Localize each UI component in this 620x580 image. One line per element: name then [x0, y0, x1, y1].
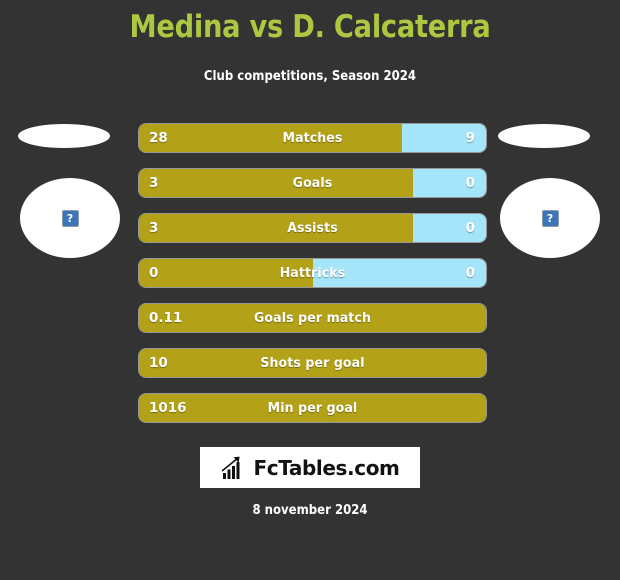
home-player-photo: ? [20, 178, 120, 258]
stat-bar-away-segment [312, 259, 486, 287]
stat-bar-home-segment [139, 214, 414, 242]
fctables-logo[interactable]: FcTables.com [200, 447, 420, 488]
stat-bar-row: 0.11 Goals per match [139, 304, 486, 332]
stat-bar-away-segment [413, 214, 486, 242]
stat-bar-row: 1016 Min per goal [139, 394, 486, 422]
bar-chart-growth-icon [221, 456, 240, 479]
page-subtitle: Club competitions, Season 2024 [203, 69, 417, 84]
stat-bar-track [139, 349, 486, 377]
stat-bar-track [139, 214, 486, 242]
stat-bar-row: 3 Assists 0 [139, 214, 486, 242]
stat-bar-row: 28 Matches 9 [139, 124, 486, 152]
away-flag-placeholder [498, 124, 590, 148]
stat-bar-chart: 28 Matches 9 3 Goals 0 3 Assists 0 0 Hattricks 0 0.1… [139, 124, 486, 439]
stat-bar-track [139, 169, 486, 197]
stat-bar-row: 3 Goals 0 [139, 169, 486, 197]
stat-bar-track [139, 124, 486, 152]
chart-date: 8 november 2024 [252, 503, 368, 518]
home-flag-placeholder [18, 124, 110, 148]
stat-bar-track [139, 394, 486, 422]
stat-bar-row: 10 Shots per goal [139, 349, 486, 377]
broken-image-icon: ? [61, 209, 79, 227]
stat-bar-home-segment [139, 124, 402, 152]
stat-bar-away-segment [401, 124, 486, 152]
fctables-logo-text: FcTables.com [253, 455, 400, 480]
stat-bar-home-segment [139, 169, 414, 197]
stat-bar-home-segment [139, 394, 486, 422]
stat-bar-home-segment [139, 259, 313, 287]
stat-bar-away-segment [413, 169, 486, 197]
broken-image-icon: ? [541, 209, 559, 227]
stat-bar-home-segment [139, 304, 486, 332]
stat-bar-row: 0 Hattricks 0 [139, 259, 486, 287]
stat-bar-home-segment [139, 349, 486, 377]
page-title: Medina vs D. Calcaterra [129, 9, 491, 45]
stat-bar-track [139, 304, 486, 332]
stat-bar-track [139, 259, 486, 287]
away-player-photo: ? [500, 178, 600, 258]
header: Medina vs D. Calcaterra Club competition… [0, 0, 620, 85]
